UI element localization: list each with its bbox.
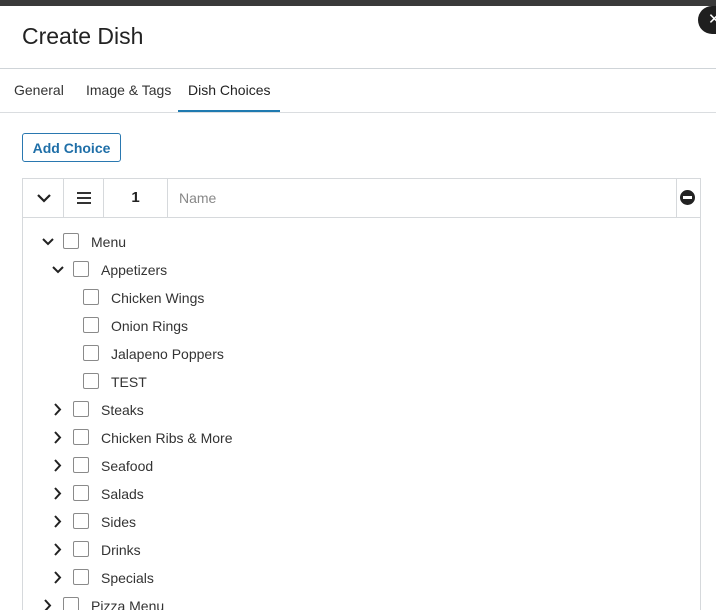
tree-item-label: Drinks — [101, 542, 141, 558]
tree-item-label: Seafood — [101, 458, 154, 474]
tree-item[interactable]: Menu — [23, 233, 663, 253]
chevron-down-icon[interactable] — [51, 261, 65, 279]
tree-item-label: Specials — [101, 570, 154, 586]
tab-bar: General Image & Tags Dish Choices — [0, 69, 716, 113]
tree-checkbox[interactable] — [73, 261, 89, 277]
tree-item[interactable]: Steaks — [23, 401, 663, 421]
tree-checkbox[interactable] — [63, 597, 79, 610]
tree-item[interactable]: Jalapeno Poppers — [23, 345, 663, 365]
tree-checkbox[interactable] — [73, 457, 89, 473]
tree-item[interactable]: Salads — [23, 485, 663, 505]
chevron-right-icon[interactable] — [41, 597, 55, 610]
tree-item[interactable]: Appetizers — [23, 261, 663, 281]
add-choice-button[interactable]: Add Choice — [22, 133, 121, 162]
tree-checkbox[interactable] — [73, 541, 89, 557]
tree-checkbox[interactable] — [83, 317, 99, 333]
create-dish-dialog: Create Dish General Image & Tags Dish Ch… — [0, 6, 716, 610]
tree-item-label: Steaks — [101, 402, 144, 418]
chevron-down-icon — [37, 194, 51, 203]
minus-circle-icon — [680, 190, 695, 205]
remove-choice-button[interactable] — [677, 179, 701, 217]
tree-checkbox[interactable] — [83, 345, 99, 361]
tab-image-tags[interactable]: Image & Tags — [84, 69, 173, 112]
tab-dish-choices[interactable]: Dish Choices — [178, 69, 281, 112]
close-icon: ✕ — [708, 11, 716, 28]
collapse-toggle[interactable] — [23, 179, 64, 217]
tree-checkbox[interactable] — [63, 233, 79, 249]
tree-item[interactable]: Drinks — [23, 541, 663, 561]
tree-item-label: Appetizers — [101, 262, 168, 278]
chevron-right-icon[interactable] — [51, 541, 65, 559]
drag-handle[interactable] — [64, 179, 104, 217]
tree-item-label: Onion Rings — [111, 318, 189, 334]
tree-item-label: Menu — [91, 234, 127, 250]
tree-item-label: Chicken Ribs & More — [101, 430, 233, 446]
chevron-right-icon[interactable] — [51, 401, 65, 419]
tree-item[interactable]: Chicken Ribs & More — [23, 429, 663, 449]
tree-item-label: Salads — [101, 486, 144, 502]
dialog-title: Create Dish — [22, 23, 144, 49]
tree-item-label: TEST — [111, 374, 147, 390]
chevron-right-icon[interactable] — [51, 429, 65, 447]
tree-item[interactable]: TEST — [23, 373, 663, 393]
tree-item-label: Chicken Wings — [111, 290, 205, 306]
tree-item[interactable]: Chicken Wings — [23, 289, 663, 309]
tree-item-label: Pizza Menu — [91, 598, 165, 610]
choice-number: 1 — [104, 179, 168, 217]
tree-checkbox[interactable] — [83, 373, 99, 389]
chevron-right-icon[interactable] — [51, 569, 65, 587]
tree-checkbox[interactable] — [73, 429, 89, 445]
tree-item[interactable]: Specials — [23, 569, 663, 589]
tree-item[interactable]: Pizza Menu — [23, 597, 663, 610]
hamburger-icon — [77, 192, 91, 204]
chevron-right-icon[interactable] — [51, 457, 65, 475]
tab-general[interactable]: General — [12, 69, 66, 112]
tree-checkbox[interactable] — [73, 513, 89, 529]
choice-name-input[interactable] — [177, 179, 671, 217]
choice-name-cell — [168, 179, 677, 217]
tree-item[interactable]: Seafood — [23, 457, 663, 477]
dish-choice-panel: 1 Menu Appetizers Chicken Wings Onion Rings… — [22, 178, 701, 610]
tree-item[interactable]: Sides — [23, 513, 663, 533]
dialog-header: Create Dish — [0, 6, 716, 69]
tree-checkbox[interactable] — [73, 569, 89, 585]
chevron-right-icon[interactable] — [51, 485, 65, 503]
chevron-down-icon[interactable] — [41, 233, 55, 251]
tree-checkbox[interactable] — [83, 289, 99, 305]
tree-item-label: Sides — [101, 514, 137, 530]
tree-checkbox[interactable] — [73, 485, 89, 501]
chevron-right-icon[interactable] — [51, 513, 65, 531]
tree-checkbox[interactable] — [73, 401, 89, 417]
tree-item-label: Jalapeno Poppers — [111, 346, 224, 362]
tree-item[interactable]: Onion Rings — [23, 317, 663, 337]
choice-header-row: 1 — [23, 179, 700, 218]
